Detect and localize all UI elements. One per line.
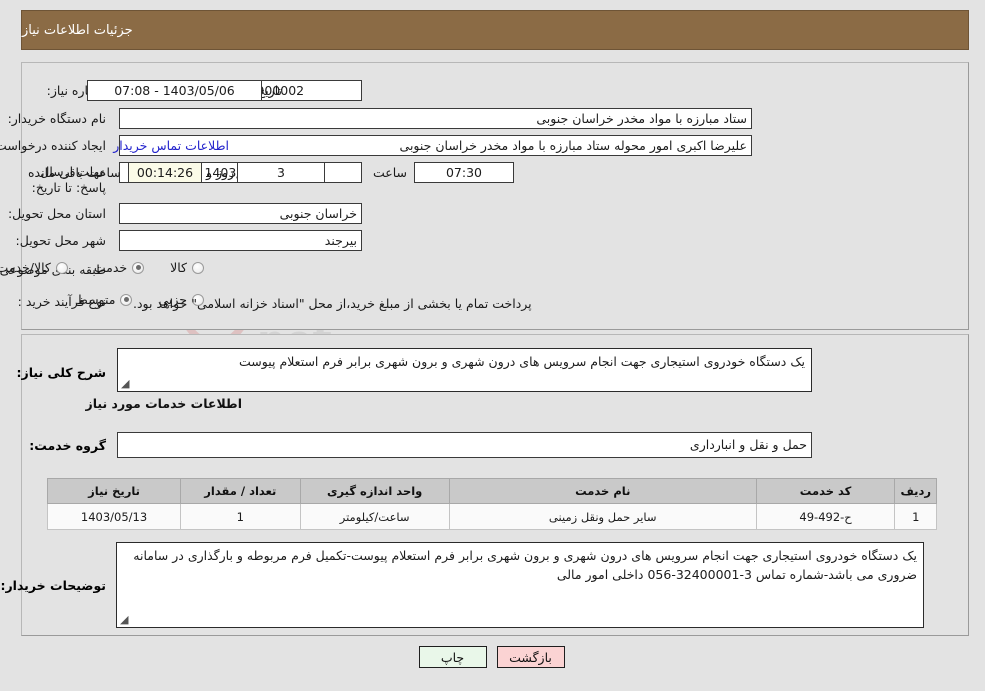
countdown-clock-value: 00:14:26: [129, 162, 203, 183]
footer-button-row: بازگشت چاپ: [0, 646, 985, 668]
resize-grip-icon[interactable]: ◣: [121, 613, 133, 626]
radio-button-icon[interactable]: [56, 261, 69, 274]
province-label: استان محل تحویل:: [8, 206, 107, 221]
buyer-org-value: ستاد مبارزه با مواد مخدر خراسان جنوبی: [120, 108, 753, 129]
radio-button-icon[interactable]: [193, 261, 205, 274]
purchase-process-option-1[interactable]: متوسط: [77, 292, 134, 307]
table-header-cell: تاریخ نیاز: [47, 478, 183, 504]
buyer-notes-value: یک دستگاه خودروی استیجاری جهت انجام سروی…: [134, 548, 918, 582]
services-section-title: اطلاعات خدمات مورد نیاز: [86, 396, 244, 411]
classification-option-1[interactable]: خدمت: [94, 260, 146, 275]
classification-option-label: کالا: [171, 260, 188, 275]
page-title: جزئیات اطلاعات نیاز: [23, 22, 134, 38]
classification-option-label: کالا/خدمت: [0, 260, 52, 275]
resize-grip-icon[interactable]: ◣: [122, 377, 134, 390]
page-root: AriaTender net جزئیات اطلاعات نیاز شماره…: [0, 0, 985, 691]
table-header-cell: کد خدمت: [756, 478, 897, 504]
table-header-row: ردیف کد خدمت نام خدمت واحد اندازه گیری تعداد…: [47, 478, 938, 504]
buyer-org-label: نام دستگاه خریدار:: [8, 111, 107, 126]
classification-option-label: خدمت: [94, 260, 129, 275]
table-cell: 1: [895, 503, 938, 530]
classification-option-0[interactable]: کالا: [171, 260, 205, 275]
table-cell: ح-492-49: [756, 503, 897, 530]
table-header-cell: واحد اندازه گیری: [300, 478, 451, 504]
classification-option-2[interactable]: کالا/خدمت: [0, 260, 69, 275]
table-header-cell: تعداد / مقدار: [181, 478, 302, 504]
deadline-time-label: ساعت: [373, 165, 408, 180]
table-cell: 1: [181, 503, 302, 530]
table-cell: ساعت/کیلومتر: [300, 503, 451, 530]
buyer-notes-label: توضیحات خریدار:: [1, 578, 107, 593]
service-group-label: گروه خدمت:: [30, 438, 107, 453]
general-desc-value: یک دستگاه خودروی استیجاری جهت انجام سروی…: [240, 354, 806, 369]
table-row: 1 ح-492-49 سایر حمل ونقل زمینی ساعت/کیلومتر…: [47, 503, 938, 530]
radio-button-icon[interactable]: [133, 261, 146, 274]
province-value: خراسان جنوبی: [120, 203, 363, 224]
purchase-process-option-label: متوسط: [77, 292, 117, 307]
table-cell: سایر حمل ونقل زمینی: [449, 503, 758, 530]
buyer-contact-link[interactable]: اطلاعات تماس خریدار: [114, 138, 230, 153]
table-header-cell: نام خدمت: [449, 478, 758, 504]
countdown-days-label: روز و: [207, 165, 236, 180]
announce-date-value: 1403/05/06 - 07:08: [88, 80, 263, 101]
general-desc-label: شرح کلی نیاز:: [17, 365, 107, 380]
need-info-panel: [22, 62, 970, 330]
requester-label: ایجاد کننده درخواست:: [0, 138, 107, 153]
back-button[interactable]: بازگشت: [497, 646, 566, 668]
countdown-days-value: 3: [238, 162, 326, 183]
classification-radio-group[interactable]: کالا خدمت کالا/خدمت: [0, 260, 205, 275]
table-cell: 1403/05/13: [47, 503, 183, 530]
city-label: شهر محل تحویل:: [16, 233, 107, 248]
service-group-value: حمل و نقل و انبارداری: [118, 432, 813, 458]
general-desc-textarea[interactable]: یک دستگاه خودروی استیجاری جهت انجام سروی…: [118, 348, 813, 392]
deadline-time-value: 07:30: [415, 162, 515, 183]
services-table: ردیف کد خدمت نام خدمت واحد اندازه گیری تعداد…: [47, 478, 938, 530]
countdown-suffix-label: ساعت باقی مانده: [29, 165, 122, 180]
treasury-note-text: پرداخت تمام یا بخشی از مبلغ خرید،از محل …: [134, 296, 533, 311]
table-header-cell: ردیف: [895, 478, 938, 504]
page-header: جزئیات اطلاعات نیاز: [22, 10, 970, 50]
buyer-notes-textarea[interactable]: یک دستگاه خودروی استیجاری جهت انجام سروی…: [117, 542, 925, 628]
print-button[interactable]: چاپ: [419, 646, 488, 668]
city-value: بیرجند: [120, 230, 363, 251]
table-body: 1 ح-492-49 سایر حمل ونقل زمینی ساعت/کیلومتر…: [47, 503, 938, 530]
radio-button-icon[interactable]: [121, 293, 134, 306]
